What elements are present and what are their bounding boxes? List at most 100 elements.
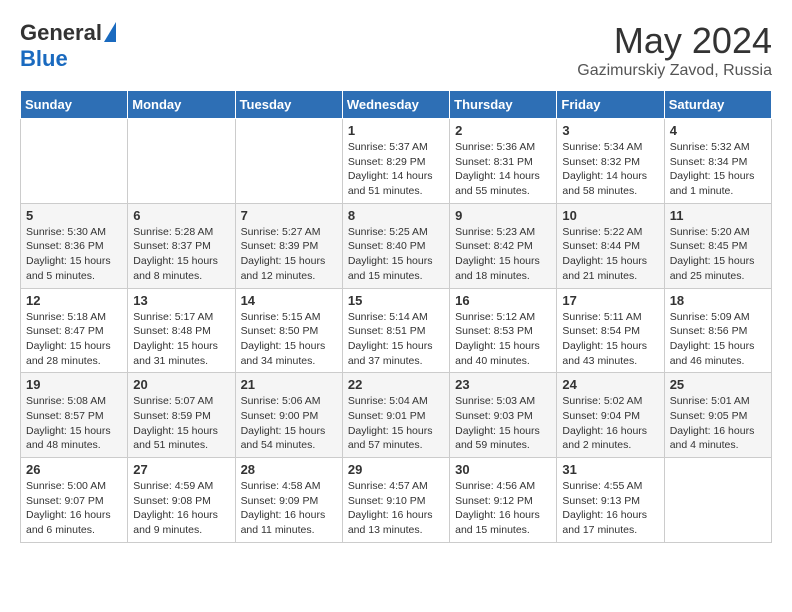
day-number: 28	[241, 462, 337, 477]
day-number: 27	[133, 462, 229, 477]
day-number: 15	[348, 293, 444, 308]
calendar-cell	[128, 119, 235, 204]
calendar-cell: 26Sunrise: 5:00 AM Sunset: 9:07 PM Dayli…	[21, 458, 128, 543]
cell-content: Sunrise: 5:34 AM Sunset: 8:32 PM Dayligh…	[562, 140, 658, 199]
cell-content: Sunrise: 5:12 AM Sunset: 8:53 PM Dayligh…	[455, 310, 551, 369]
day-number: 1	[348, 123, 444, 138]
calendar-cell: 8 Sunrise: 5:25 AM Sunset: 8:40 PM Daylig…	[342, 203, 449, 288]
day-of-week-header: Thursday	[450, 91, 557, 119]
calendar-cell: 10 Sunrise: 5:22 AM Sunset: 8:44 PM Dayli…	[557, 203, 664, 288]
cell-content: Sunrise: 5:07 AM Sunset: 8:59 PM Dayligh…	[133, 394, 229, 453]
calendar-cell	[235, 119, 342, 204]
calendar-cell: 29 Sunrise: 4:57 AM Sunset: 9:10 PM Dayli…	[342, 458, 449, 543]
calendar-week-row: 12 Sunrise: 5:18 AM Sunset: 8:47 PM Dayli…	[21, 288, 772, 373]
calendar-header: SundayMondayTuesdayWednesdayThursdayFrid…	[21, 91, 772, 119]
calendar-cell: 6Sunrise: 5:28 AM Sunset: 8:37 PM Daylig…	[128, 203, 235, 288]
day-number: 11	[670, 208, 766, 223]
calendar-cell: 13Sunrise: 5:17 AM Sunset: 8:48 PM Dayli…	[128, 288, 235, 373]
calendar-cell: 31Sunrise: 4:55 AM Sunset: 9:13 PM Dayli…	[557, 458, 664, 543]
cell-content: Sunrise: 5:27 AM Sunset: 8:39 PM Dayligh…	[241, 225, 337, 284]
calendar-cell: 1 Sunrise: 5:37 AM Sunset: 8:29 PM Daylig…	[342, 119, 449, 204]
cell-content: Sunrise: 5:01 AM Sunset: 9:05 PM Dayligh…	[670, 394, 766, 453]
calendar-cell: 7 Sunrise: 5:27 AM Sunset: 8:39 PM Daylig…	[235, 203, 342, 288]
calendar-cell: 20 Sunrise: 5:07 AM Sunset: 8:59 PM Dayli…	[128, 373, 235, 458]
day-number: 6	[133, 208, 229, 223]
cell-content: Sunrise: 5:30 AM Sunset: 8:36 PM Dayligh…	[26, 225, 122, 284]
title-block: May 2024 Gazimurskiy Zavod, Russia	[577, 20, 772, 80]
calendar-cell: 19Sunrise: 5:08 AM Sunset: 8:57 PM Dayli…	[21, 373, 128, 458]
cell-content: Sunrise: 4:56 AM Sunset: 9:12 PM Dayligh…	[455, 479, 551, 538]
day-number: 18	[670, 293, 766, 308]
calendar-cell: 14Sunrise: 5:15 AM Sunset: 8:50 PM Dayli…	[235, 288, 342, 373]
calendar-cell: 23 Sunrise: 5:03 AM Sunset: 9:03 PM Dayli…	[450, 373, 557, 458]
calendar-week-row: 1 Sunrise: 5:37 AM Sunset: 8:29 PM Daylig…	[21, 119, 772, 204]
month-year-title: May 2024	[577, 20, 772, 62]
cell-content: Sunrise: 5:11 AM Sunset: 8:54 PM Dayligh…	[562, 310, 658, 369]
calendar-cell: 9 Sunrise: 5:23 AM Sunset: 8:42 PM Daylig…	[450, 203, 557, 288]
calendar-cell: 21Sunrise: 5:06 AM Sunset: 9:00 PM Dayli…	[235, 373, 342, 458]
calendar-cell: 12 Sunrise: 5:18 AM Sunset: 8:47 PM Dayli…	[21, 288, 128, 373]
cell-content: Sunrise: 5:22 AM Sunset: 8:44 PM Dayligh…	[562, 225, 658, 284]
day-number: 23	[455, 377, 551, 392]
day-of-week-header: Wednesday	[342, 91, 449, 119]
day-number: 4	[670, 123, 766, 138]
day-number: 20	[133, 377, 229, 392]
calendar-cell: 2 Sunrise: 5:36 AM Sunset: 8:31 PM Daylig…	[450, 119, 557, 204]
logo: General Blue	[20, 20, 116, 72]
day-of-week-header: Monday	[128, 91, 235, 119]
calendar-cell: 25Sunrise: 5:01 AM Sunset: 9:05 PM Dayli…	[664, 373, 771, 458]
calendar-cell: 15 Sunrise: 5:14 AM Sunset: 8:51 PM Dayli…	[342, 288, 449, 373]
day-number: 26	[26, 462, 122, 477]
page-header: General Blue May 2024 Gazimurskiy Zavod,…	[20, 20, 772, 80]
cell-content: Sunrise: 5:32 AM Sunset: 8:34 PM Dayligh…	[670, 140, 766, 199]
calendar-table: SundayMondayTuesdayWednesdayThursdayFrid…	[20, 90, 772, 543]
calendar-cell: 24 Sunrise: 5:02 AM Sunset: 9:04 PM Dayli…	[557, 373, 664, 458]
logo-blue-text: Blue	[20, 46, 68, 72]
logo-general-text: General	[20, 20, 102, 46]
day-of-week-header: Tuesday	[235, 91, 342, 119]
location-subtitle: Gazimurskiy Zavod, Russia	[577, 62, 772, 80]
calendar-cell: 18Sunrise: 5:09 AM Sunset: 8:56 PM Dayli…	[664, 288, 771, 373]
cell-content: Sunrise: 5:02 AM Sunset: 9:04 PM Dayligh…	[562, 394, 658, 453]
cell-content: Sunrise: 5:37 AM Sunset: 8:29 PM Dayligh…	[348, 140, 444, 199]
day-number: 12	[26, 293, 122, 308]
calendar-cell: 28 Sunrise: 4:58 AM Sunset: 9:09 PM Dayli…	[235, 458, 342, 543]
calendar-cell: 27 Sunrise: 4:59 AM Sunset: 9:08 PM Dayli…	[128, 458, 235, 543]
day-number: 16	[455, 293, 551, 308]
days-of-week-row: SundayMondayTuesdayWednesdayThursdayFrid…	[21, 91, 772, 119]
cell-content: Sunrise: 5:04 AM Sunset: 9:01 PM Dayligh…	[348, 394, 444, 453]
day-number: 8	[348, 208, 444, 223]
calendar-cell	[21, 119, 128, 204]
cell-content: Sunrise: 4:59 AM Sunset: 9:08 PM Dayligh…	[133, 479, 229, 538]
calendar-cell: 4 Sunrise: 5:32 AM Sunset: 8:34 PM Daylig…	[664, 119, 771, 204]
day-number: 7	[241, 208, 337, 223]
calendar-cell: 5Sunrise: 5:30 AM Sunset: 8:36 PM Daylig…	[21, 203, 128, 288]
calendar-cell: 11 Sunrise: 5:20 AM Sunset: 8:45 PM Dayli…	[664, 203, 771, 288]
calendar-cell	[664, 458, 771, 543]
day-number: 2	[455, 123, 551, 138]
day-number: 31	[562, 462, 658, 477]
day-number: 19	[26, 377, 122, 392]
day-number: 29	[348, 462, 444, 477]
calendar-week-row: 19Sunrise: 5:08 AM Sunset: 8:57 PM Dayli…	[21, 373, 772, 458]
cell-content: Sunrise: 5:25 AM Sunset: 8:40 PM Dayligh…	[348, 225, 444, 284]
cell-content: Sunrise: 5:18 AM Sunset: 8:47 PM Dayligh…	[26, 310, 122, 369]
calendar-week-row: 5Sunrise: 5:30 AM Sunset: 8:36 PM Daylig…	[21, 203, 772, 288]
logo-triangle-icon	[104, 22, 116, 42]
cell-content: Sunrise: 4:57 AM Sunset: 9:10 PM Dayligh…	[348, 479, 444, 538]
day-number: 9	[455, 208, 551, 223]
cell-content: Sunrise: 5:36 AM Sunset: 8:31 PM Dayligh…	[455, 140, 551, 199]
day-number: 10	[562, 208, 658, 223]
calendar-cell: 30 Sunrise: 4:56 AM Sunset: 9:12 PM Dayli…	[450, 458, 557, 543]
cell-content: Sunrise: 5:17 AM Sunset: 8:48 PM Dayligh…	[133, 310, 229, 369]
cell-content: Sunrise: 5:14 AM Sunset: 8:51 PM Dayligh…	[348, 310, 444, 369]
day-of-week-header: Sunday	[21, 91, 128, 119]
cell-content: Sunrise: 5:23 AM Sunset: 8:42 PM Dayligh…	[455, 225, 551, 284]
cell-content: Sunrise: 5:20 AM Sunset: 8:45 PM Dayligh…	[670, 225, 766, 284]
day-number: 30	[455, 462, 551, 477]
day-number: 24	[562, 377, 658, 392]
calendar-cell: 16 Sunrise: 5:12 AM Sunset: 8:53 PM Dayli…	[450, 288, 557, 373]
calendar-body: 1 Sunrise: 5:37 AM Sunset: 8:29 PM Daylig…	[21, 119, 772, 543]
cell-content: Sunrise: 5:03 AM Sunset: 9:03 PM Dayligh…	[455, 394, 551, 453]
cell-content: Sunrise: 4:58 AM Sunset: 9:09 PM Dayligh…	[241, 479, 337, 538]
